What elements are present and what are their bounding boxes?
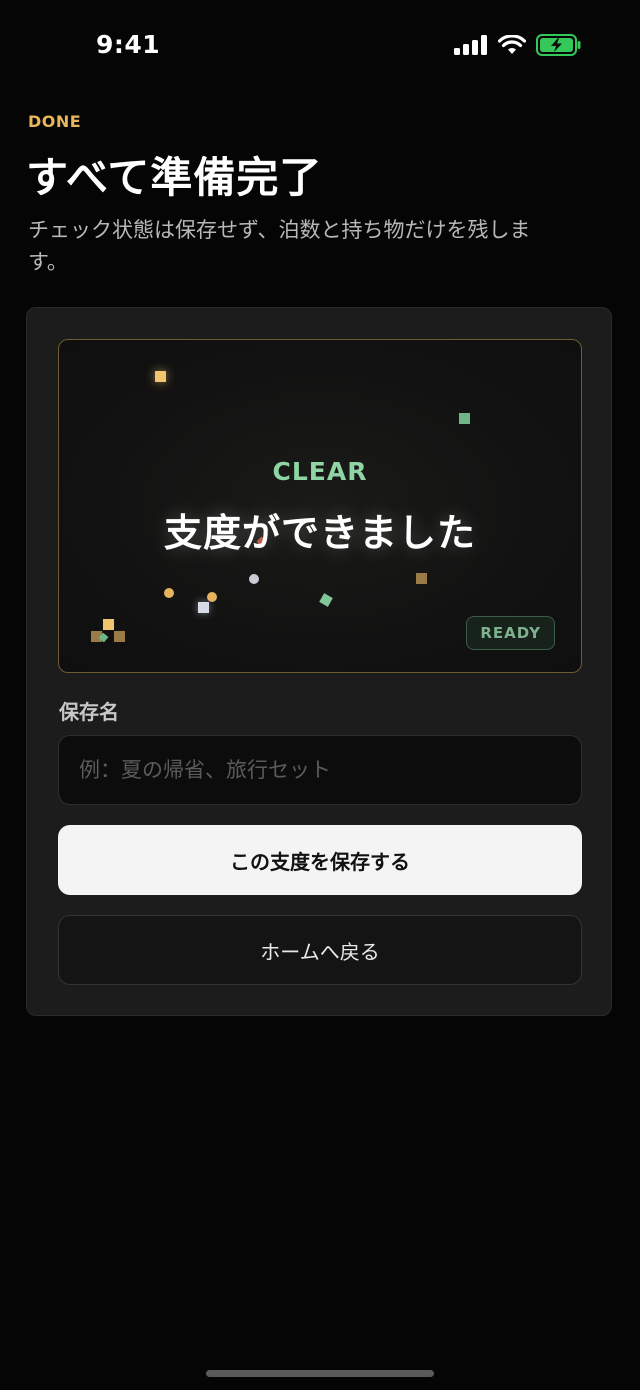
confetti-piece <box>249 574 259 584</box>
confetti-piece <box>207 592 217 602</box>
confetti-piece <box>103 619 114 630</box>
celebration-panel: CLEAR 支度ができました READY <box>58 339 582 673</box>
completion-card: CLEAR 支度ができました READY 保存名 この支度を保存する ホームへ戻… <box>26 307 612 1016</box>
status-time: 9:41 <box>96 30 161 59</box>
wifi-icon <box>498 35 526 54</box>
status-icons <box>454 34 582 56</box>
confetti-piece <box>164 588 174 598</box>
save-name-input[interactable] <box>58 735 582 805</box>
confetti-piece <box>459 413 470 424</box>
confetti-piece <box>416 573 427 584</box>
ready-badge: READY <box>466 616 555 650</box>
save-preparation-button[interactable]: この支度を保存する <box>58 825 582 895</box>
eyebrow-label: DONE <box>28 112 82 131</box>
confetti-piece <box>114 631 125 642</box>
confetti-piece <box>198 602 209 613</box>
page-subtitle: チェック状態は保存せず、泊数と持ち物だけを残します。 <box>28 218 531 274</box>
home-indicator[interactable] <box>206 1370 434 1377</box>
page-title: すべて準備完了 <box>26 153 323 202</box>
back-to-home-button[interactable]: ホームへ戻る <box>58 915 582 985</box>
confetti-piece <box>155 371 166 382</box>
battery-charging-icon <box>536 34 581 56</box>
cellular-signal-icon <box>454 35 487 55</box>
clear-message: 支度ができました <box>163 511 476 555</box>
confetti-piece <box>319 593 333 607</box>
clear-label: CLEAR <box>272 457 368 486</box>
save-name-label: 保存名 <box>59 700 119 724</box>
status-bar: 9:41 <box>0 0 640 96</box>
